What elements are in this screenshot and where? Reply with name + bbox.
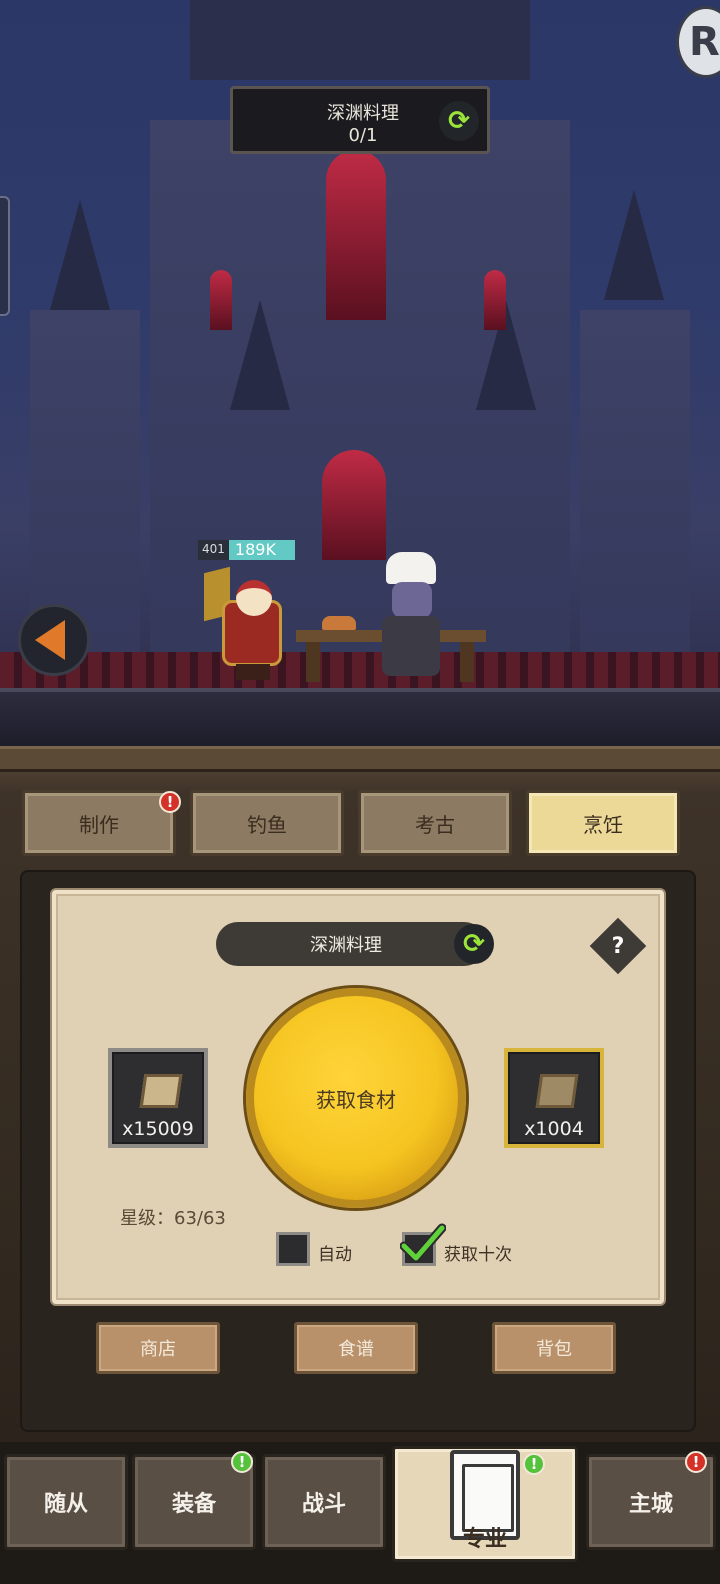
table-leg <box>460 642 474 682</box>
star-level: 星级：63/63 <box>120 1208 226 1229</box>
recipes-label: 食谱 <box>338 1339 374 1360</box>
ingredient-slot-left[interactable]: x15009 <box>108 1048 208 1148</box>
red-window <box>484 270 506 330</box>
tab-label: 考古 <box>415 812 455 837</box>
refresh-icon[interactable]: ⟳ <box>439 101 479 141</box>
ingredient-icon <box>535 1074 579 1108</box>
wood-divider <box>0 746 720 772</box>
ingredient-count: x15009 <box>122 1118 194 1140</box>
quest-tracker[interactable]: 深渊料理 0/1 ⟳ <box>230 86 490 154</box>
nav-label: 随从 <box>43 1492 88 1517</box>
red-window <box>210 270 232 330</box>
red-window <box>326 150 386 320</box>
hero-character[interactable] <box>204 566 292 682</box>
tab-archaeology[interactable]: 考古 <box>358 790 512 856</box>
gather-ingredients-button[interactable]: 获取食材 <box>246 988 466 1208</box>
table-leg <box>306 642 320 682</box>
refresh-icon[interactable]: ⟳ <box>454 924 494 964</box>
chef-hat <box>386 552 436 584</box>
tab-crafting[interactable]: 制作 ! <box>22 790 181 856</box>
chef-npc[interactable] <box>380 552 460 682</box>
question-icon: ? <box>611 933 625 959</box>
ten-times-label: 获取十次 <box>444 1245 512 1265</box>
auto-label: 自动 <box>318 1245 352 1265</box>
ingredient-icon <box>139 1074 183 1108</box>
nav-label: 主城 <box>628 1492 673 1517</box>
hero-status-bar: 401 189K <box>198 540 295 560</box>
bag-button[interactable]: 背包 <box>492 1322 616 1374</box>
recipe-selector[interactable]: 深渊料理 <box>216 922 486 966</box>
tab-fishing[interactable]: 钓鱼 <box>190 790 344 856</box>
hero-hp: 189K <box>228 540 295 560</box>
hero-legs <box>236 664 270 680</box>
nav-battle[interactable]: 战斗 <box>262 1454 386 1550</box>
nav-label: 战斗 <box>301 1492 346 1517</box>
chef-face <box>392 582 432 618</box>
bag-label: 背包 <box>536 1339 572 1360</box>
side-drawer-handle[interactable] <box>0 196 10 316</box>
tab-cooking[interactable]: 烹饪 <box>526 790 680 856</box>
tab-label: 烹饪 <box>583 812 623 837</box>
roast-food <box>322 616 356 630</box>
spire <box>50 200 110 310</box>
hero-head <box>236 580 272 616</box>
spire <box>230 300 290 410</box>
shop-label: 商店 <box>140 1339 176 1360</box>
back-button[interactable] <box>18 604 90 676</box>
checkmark-icon <box>400 1223 446 1263</box>
shop-button[interactable]: 商店 <box>96 1322 220 1374</box>
chef-apron <box>382 616 440 676</box>
recipes-button[interactable]: 食谱 <box>294 1322 418 1374</box>
auto-checkbox[interactable] <box>276 1232 310 1266</box>
ground <box>0 688 720 752</box>
nav-label: 专业 <box>462 1527 507 1552</box>
castle-tower-right <box>580 310 690 680</box>
alert-badge: ! <box>159 791 181 813</box>
recipe-name: 深渊料理 <box>310 935 382 956</box>
nav-label: 装备 <box>171 1492 216 1517</box>
castle-roof <box>190 0 530 80</box>
arrow-left-icon <box>35 620 65 660</box>
spire <box>604 190 664 300</box>
alert-badge: ! <box>231 1451 253 1473</box>
tab-label: 钓鱼 <box>247 812 287 837</box>
gather-label: 获取食材 <box>316 1087 396 1112</box>
red-window <box>322 450 386 560</box>
alert-badge: ! <box>523 1453 545 1475</box>
nav-main-city[interactable]: 主城 ! <box>586 1451 716 1550</box>
tab-label: 制作 <box>79 812 119 837</box>
hero-level: 401 <box>198 540 229 560</box>
alert-badge: ! <box>685 1451 707 1473</box>
nav-equipment[interactable]: 装备 ! <box>132 1451 256 1550</box>
ingredient-slot-right[interactable]: x1004 <box>504 1048 604 1148</box>
nav-followers[interactable]: 随从 <box>4 1454 128 1550</box>
ingredient-count: x1004 <box>524 1118 584 1140</box>
